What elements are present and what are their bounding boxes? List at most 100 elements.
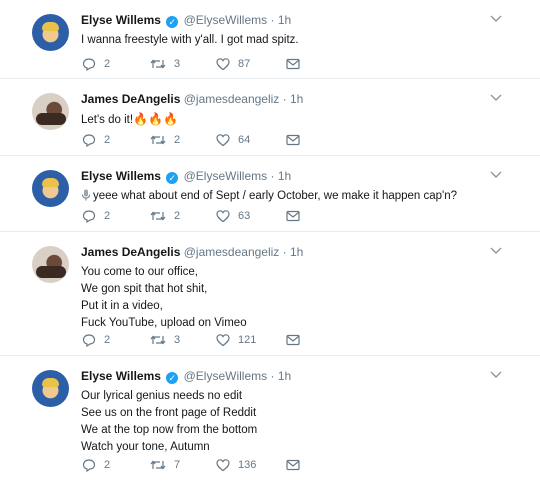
- tweet-text: I wanna freestyle with y'all. I got mad …: [81, 32, 521, 49]
- retweet-icon: [150, 211, 166, 221]
- chevron-down-icon[interactable]: [490, 370, 502, 380]
- display-name[interactable]: Elyse Willems: [81, 13, 161, 27]
- like-count: 63: [238, 210, 251, 222]
- like-button[interactable]: 121: [216, 332, 256, 348]
- display-name[interactable]: James DeAngelis: [81, 92, 180, 106]
- timestamp[interactable]: 1h: [290, 245, 303, 259]
- envelope-icon: [286, 58, 300, 70]
- tweet[interactable]: Elyse Willems ✓ @ElyseWillems · 1h yeee …: [0, 156, 540, 231]
- reply-icon: [82, 459, 96, 472]
- reply-button[interactable]: 2: [82, 132, 110, 148]
- chevron-down-icon[interactable]: [490, 93, 502, 103]
- retweet-button[interactable]: 2: [150, 132, 180, 148]
- tweet-text: yeee what about end of Sept / early Octo…: [81, 188, 521, 205]
- reply-button[interactable]: 2: [82, 332, 110, 348]
- like-count: 64: [238, 134, 251, 146]
- verified-badge-icon: ✓: [166, 372, 179, 384]
- reply-button[interactable]: 2: [82, 56, 110, 72]
- tweet[interactable]: Elyse Willems ✓ @ElyseWillems · 1h Our l…: [0, 356, 540, 481]
- avatar[interactable]: [32, 170, 69, 207]
- retweet-count: 3: [174, 58, 181, 70]
- chevron-down-icon[interactable]: [490, 246, 502, 256]
- reply-button[interactable]: 2: [82, 208, 110, 224]
- tweet-header: James DeAngelis @jamesdeangeliz · 1h: [81, 244, 303, 260]
- verified-badge-icon: ✓: [166, 16, 179, 28]
- display-name[interactable]: Elyse Willems: [81, 369, 161, 383]
- separator: ·: [270, 169, 275, 183]
- handle[interactable]: @jamesdeangeliz: [184, 92, 280, 106]
- tweet-line: See us on the front page of Reddit: [81, 407, 257, 419]
- retweet-button[interactable]: 3: [150, 56, 180, 72]
- chevron-down-icon[interactable]: [490, 170, 502, 180]
- retweet-icon: [150, 460, 166, 470]
- tweet-header: James DeAngelis @jamesdeangeliz · 1h: [81, 91, 303, 107]
- display-name[interactable]: Elyse Willems: [81, 169, 161, 183]
- tweet-line: You come to our office,: [81, 266, 198, 278]
- direct-message-button[interactable]: [286, 132, 300, 148]
- tweet-text: You come to our office, We gon spit that…: [81, 264, 521, 332]
- handle[interactable]: @ElyseWillems: [184, 369, 268, 383]
- tweet[interactable]: James DeAngelis @jamesdeangeliz · 1h Let…: [0, 79, 540, 155]
- tweet[interactable]: James DeAngelis @jamesdeangeliz · 1h You…: [0, 232, 540, 355]
- like-button[interactable]: 63: [216, 208, 250, 224]
- reply-icon: [82, 334, 96, 347]
- like-button[interactable]: 64: [216, 132, 250, 148]
- reply-count: 2: [104, 459, 111, 471]
- tweet-line: I wanna freestyle with y'all. I got mad …: [81, 34, 299, 46]
- tweet-header: Elyse Willems ✓ @ElyseWillems · 1h: [81, 368, 291, 384]
- verified-badge-icon: ✓: [166, 172, 179, 184]
- reply-icon: [82, 134, 96, 147]
- tweet[interactable]: Elyse Willems ✓ @ElyseWillems · 1h I wan…: [0, 0, 540, 78]
- envelope-icon: [286, 334, 300, 346]
- tweet-thread: Elyse Willems ✓ @ElyseWillems · 1h I wan…: [0, 0, 540, 481]
- tweet-header: Elyse Willems ✓ @ElyseWillems · 1h: [81, 12, 291, 28]
- reply-count: 2: [104, 58, 111, 70]
- direct-message-button[interactable]: [286, 56, 300, 72]
- avatar[interactable]: [32, 370, 69, 407]
- timestamp[interactable]: 1h: [290, 92, 303, 106]
- fire-emoji: 🔥🔥🔥: [133, 112, 178, 126]
- chevron-down-icon[interactable]: [490, 14, 502, 24]
- reply-button[interactable]: 2: [82, 457, 110, 473]
- tweet-line: We gon spit that hot shit,: [81, 283, 208, 295]
- retweet-icon: [150, 135, 166, 145]
- direct-message-button[interactable]: [286, 332, 300, 348]
- tweet-line: Fuck YouTube, upload on Vimeo: [81, 317, 247, 329]
- handle[interactable]: @ElyseWillems: [184, 169, 268, 183]
- reply-count: 2: [104, 210, 111, 222]
- envelope-icon: [286, 459, 300, 471]
- reply-count: 2: [104, 334, 111, 346]
- reply-icon: [82, 58, 96, 71]
- like-button[interactable]: 136: [216, 457, 256, 473]
- retweet-icon: [150, 59, 166, 69]
- like-count: 121: [238, 334, 257, 346]
- avatar[interactable]: [32, 93, 69, 130]
- timestamp[interactable]: 1h: [278, 13, 291, 27]
- tweet-line: Let's do it!: [81, 114, 134, 126]
- retweet-button[interactable]: 7: [150, 457, 180, 473]
- avatar[interactable]: [32, 14, 69, 51]
- heart-icon: [216, 459, 230, 472]
- tweet-line: Put it in a video,: [81, 300, 163, 312]
- like-button[interactable]: 87: [216, 56, 250, 72]
- direct-message-button[interactable]: [286, 208, 300, 224]
- timestamp[interactable]: 1h: [278, 369, 291, 383]
- separator: ·: [282, 92, 287, 106]
- direct-message-button[interactable]: [286, 457, 300, 473]
- separator: ·: [282, 245, 287, 259]
- heart-icon: [216, 134, 230, 147]
- handle[interactable]: @ElyseWillems: [184, 13, 268, 27]
- like-count: 136: [238, 459, 257, 471]
- heart-icon: [216, 334, 230, 347]
- avatar[interactable]: [32, 246, 69, 283]
- retweet-button[interactable]: 3: [150, 332, 180, 348]
- envelope-icon: [286, 134, 300, 146]
- retweet-button[interactable]: 2: [150, 208, 180, 224]
- heart-icon: [216, 58, 230, 71]
- reply-icon: [82, 210, 96, 223]
- tweet-text: Our lyrical genius needs no edit See us …: [81, 388, 521, 456]
- timestamp[interactable]: 1h: [278, 169, 291, 183]
- handle[interactable]: @jamesdeangeliz: [184, 245, 280, 259]
- display-name[interactable]: James DeAngelis: [81, 245, 180, 259]
- tweet-line: Watch your tone, Autumn: [81, 441, 210, 453]
